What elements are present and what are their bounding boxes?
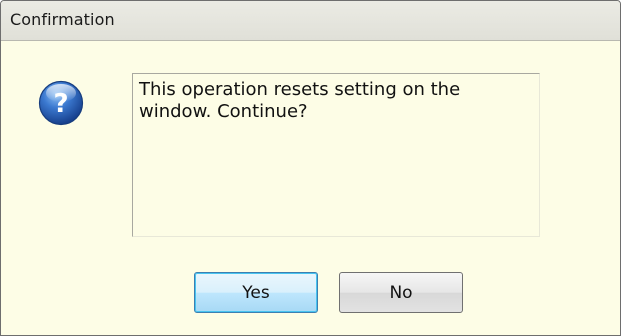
dialog-titlebar[interactable]: Confirmation bbox=[1, 1, 620, 41]
svg-text:?: ? bbox=[53, 89, 68, 119]
yes-button[interactable]: Yes bbox=[194, 272, 318, 313]
no-button[interactable]: No bbox=[339, 272, 463, 313]
confirmation-dialog: Confirmation ? This operation resets set… bbox=[0, 0, 621, 336]
question-icon: ? bbox=[38, 80, 84, 126]
dialog-title: Confirmation bbox=[10, 10, 115, 29]
message-text: This operation resets setting on the win… bbox=[132, 73, 540, 237]
